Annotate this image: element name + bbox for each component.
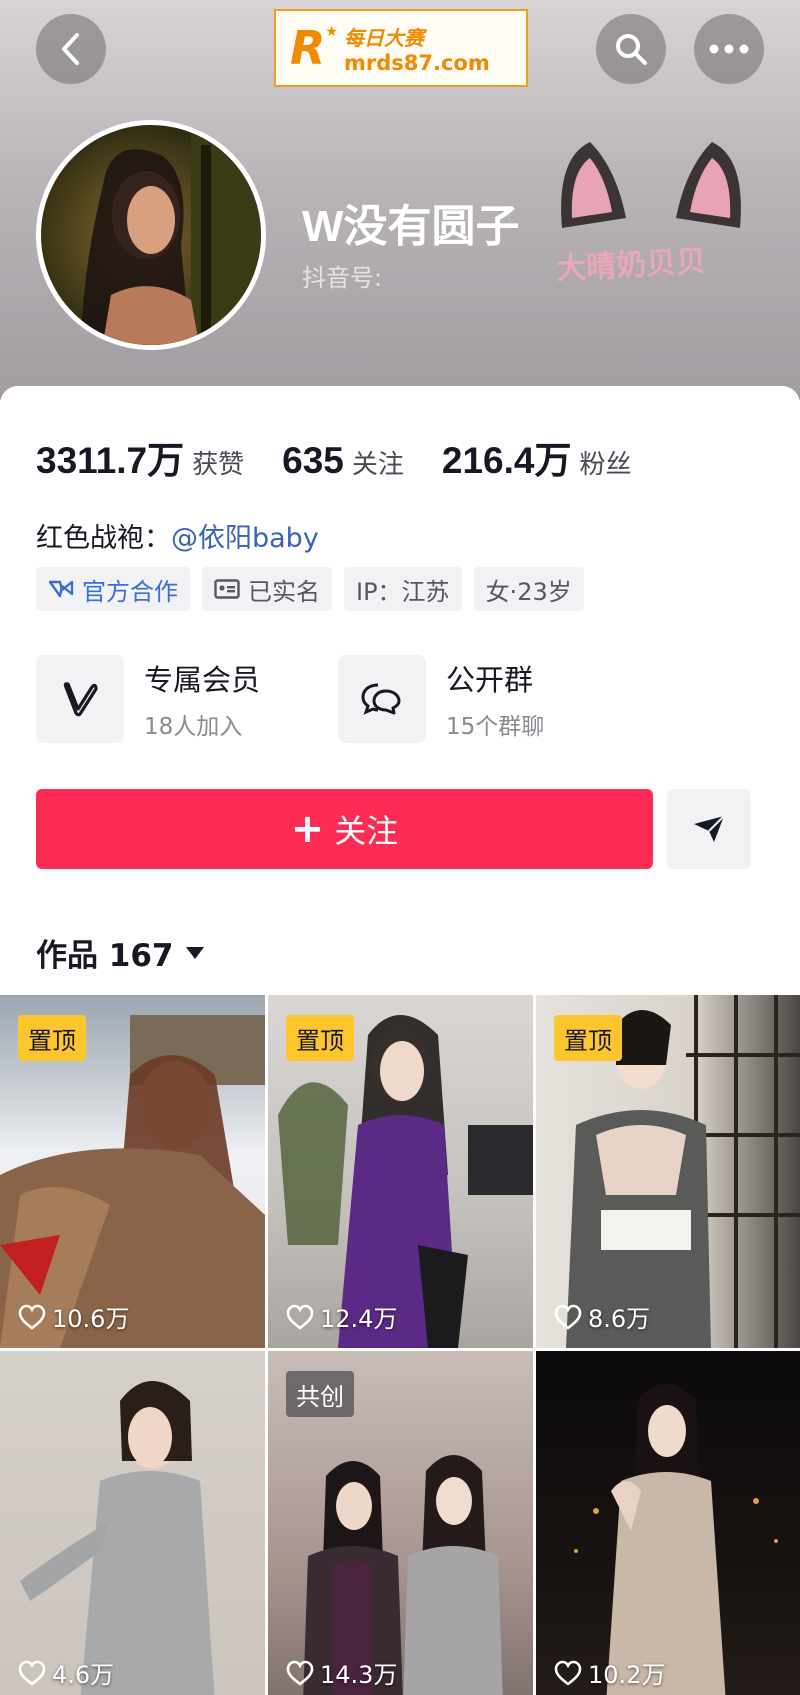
video-thumbnail xyxy=(20,1381,215,1695)
back-button[interactable] xyxy=(36,14,106,84)
more-icon xyxy=(709,44,749,54)
douyin-id-label: 抖音号: xyxy=(302,264,383,292)
stats-row: 3311.7万 获赞 635 关注 216.4万 粉丝 xyxy=(36,430,670,484)
follow-button[interactable]: + 关注 xyxy=(36,789,653,869)
likes-count: 10.2万 xyxy=(588,1661,666,1689)
stat-label: 关注 xyxy=(351,450,404,480)
id-card-icon xyxy=(214,579,240,599)
feature-subtitle: 18人加入 xyxy=(144,714,243,740)
vip-v-icon xyxy=(63,682,98,717)
tag-label: 官方合作 xyxy=(82,577,178,606)
works-tab-label: 作品 167 xyxy=(36,938,174,974)
heart-icon xyxy=(554,1660,582,1686)
video-tile[interactable]: 10.2万 xyxy=(536,1351,800,1695)
avatar[interactable] xyxy=(36,120,266,350)
likes-count: 10.6万 xyxy=(52,1305,130,1333)
video-tile[interactable]: 置顶 10.6万 xyxy=(0,995,265,1348)
decoration-text: 大晴奶贝贝 xyxy=(555,244,707,287)
bio: 红色战袍：@依阳baby xyxy=(36,516,319,555)
likes-count: 8.6万 xyxy=(588,1305,651,1333)
tag-verified[interactable]: 已实名 xyxy=(202,567,332,611)
feature-title: 专属会员 xyxy=(144,663,261,697)
stat-followers[interactable]: 216.4万 粉丝 xyxy=(442,430,632,484)
watermark-logo: R ★ 每日大赛 mrds87.com xyxy=(274,9,528,87)
chevron-left-icon xyxy=(62,33,79,65)
star-icon: ★ xyxy=(325,24,338,40)
video-tile[interactable]: 置顶 12.4万 xyxy=(268,995,533,1348)
nickname: W没有圆子 xyxy=(302,202,520,251)
feature-subtitle: 15个群聊 xyxy=(446,714,545,740)
cat-ears-decoration xyxy=(561,142,741,228)
feature-membership[interactable]: 专属会员 18人加入 xyxy=(36,655,260,743)
official-icon xyxy=(48,578,74,600)
feature-icon-box xyxy=(36,655,124,743)
watermark-url: mrds87.com xyxy=(343,50,490,75)
caret-down-icon xyxy=(185,946,204,959)
co-creation-badge: 共创 xyxy=(286,1371,354,1417)
watermark-title: 每日大赛 xyxy=(343,25,424,50)
heart-icon xyxy=(554,1304,582,1330)
search-button[interactable] xyxy=(596,14,666,84)
share-button[interactable] xyxy=(667,789,751,869)
mention-link[interactable]: @依阳baby xyxy=(171,523,319,554)
pinned-badge: 置顶 xyxy=(286,1015,354,1061)
tag-gender-age: 女·23岁 xyxy=(473,567,584,611)
pinned-badge: 置顶 xyxy=(554,1015,622,1061)
heart-icon xyxy=(18,1660,46,1686)
stat-following[interactable]: 635 关注 xyxy=(282,440,404,482)
stat-value: 3311.7万 xyxy=(36,440,185,481)
feature-icon-box xyxy=(338,655,426,743)
tag-ip-location: IP：江苏 xyxy=(344,567,462,611)
stat-value: 216.4万 xyxy=(441,440,572,481)
tag-label: 已实名 xyxy=(248,577,320,606)
heart-icon xyxy=(286,1304,314,1330)
stat-label: 获赞 xyxy=(192,450,245,480)
more-button[interactable] xyxy=(694,14,764,84)
watermark-letter: R xyxy=(290,21,326,75)
send-icon xyxy=(694,815,725,842)
tag-row: 官方合作 已实名 IP：江苏 女·23岁 xyxy=(36,567,596,611)
video-likes: 4.6万 xyxy=(18,1655,114,1690)
tag-official-cooperation[interactable]: 官方合作 xyxy=(36,567,190,611)
heart-icon xyxy=(18,1304,46,1330)
likes-count: 14.3万 xyxy=(320,1661,398,1689)
video-tile[interactable]: 置顶 8.6万 xyxy=(536,995,800,1348)
video-tile[interactable]: 共创 14.3万 xyxy=(268,1351,533,1695)
heart-icon xyxy=(286,1660,314,1686)
video-likes: 8.6万 xyxy=(554,1299,650,1334)
video-tile[interactable]: 4.6万 xyxy=(0,1351,265,1695)
video-likes: 10.6万 xyxy=(18,1299,129,1334)
likes-count: 12.4万 xyxy=(320,1305,398,1333)
group-chat-icon xyxy=(361,683,401,715)
tag-label: IP：江苏 xyxy=(356,577,450,606)
video-thumbnail xyxy=(574,1383,778,1695)
follow-label: 关注 xyxy=(334,812,399,850)
video-likes: 10.2万 xyxy=(554,1655,665,1690)
feature-title: 公开群 xyxy=(446,663,534,697)
pinned-badge: 置顶 xyxy=(18,1015,86,1061)
avatar-portrait xyxy=(81,125,261,345)
video-likes: 14.3万 xyxy=(286,1655,397,1690)
video-likes: 12.4万 xyxy=(286,1299,397,1334)
likes-count: 4.6万 xyxy=(52,1661,115,1689)
stat-value: 635 xyxy=(282,440,344,481)
tag-label: 女·23岁 xyxy=(485,577,572,606)
search-icon xyxy=(616,34,647,65)
bio-prefix: 红色战袍： xyxy=(36,523,171,554)
stat-label: 粉丝 xyxy=(579,450,632,480)
feature-public-group[interactable]: 公开群 15个群聊 xyxy=(338,655,544,743)
plus-icon: + xyxy=(290,806,325,852)
tab-works[interactable]: 作品 167 xyxy=(36,930,204,975)
stat-likes[interactable]: 3311.7万 获赞 xyxy=(36,430,244,484)
